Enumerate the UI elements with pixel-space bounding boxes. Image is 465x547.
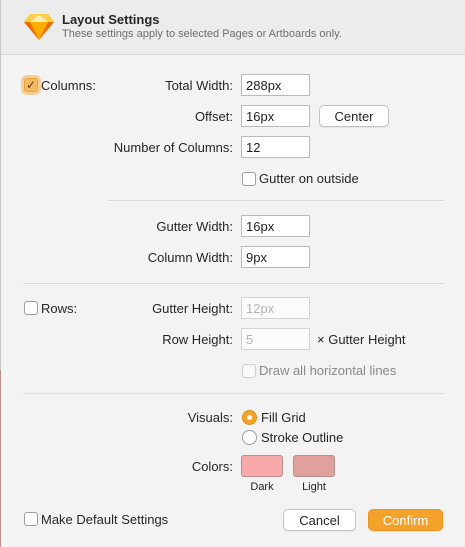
light-color-swatch[interactable]	[293, 455, 335, 477]
window-edge	[0, 370, 1, 547]
center-button[interactable]: Center	[319, 105, 389, 127]
radio-dot-icon	[247, 415, 252, 420]
rows-checkbox[interactable]	[24, 301, 38, 315]
gutter-on-outside-label[interactable]: Gutter on outside	[259, 171, 359, 186]
number-of-columns-input[interactable]	[241, 136, 310, 158]
column-width-input[interactable]	[241, 246, 310, 268]
total-width-input[interactable]	[241, 74, 310, 96]
draw-horizontal-lines-checkbox[interactable]	[242, 364, 256, 378]
gutter-width-input[interactable]	[241, 215, 310, 237]
dark-color-swatch[interactable]	[241, 455, 283, 477]
row-height-input[interactable]	[241, 328, 310, 350]
checkmark-icon: ✓	[26, 78, 37, 92]
rows-divider	[23, 283, 445, 284]
row-height-suffix: × Gutter Height	[317, 332, 406, 347]
cancel-button[interactable]: Cancel	[283, 509, 356, 531]
dialog-subtitle: These settings apply to selected Pages o…	[62, 28, 342, 40]
dialog-header: Layout Settings These settings apply to …	[1, 0, 465, 55]
offset-input[interactable]	[241, 105, 310, 127]
sketch-diamond-icon	[24, 14, 54, 40]
column-width-label: Column Width:	[147, 250, 233, 265]
dialog-title: Layout Settings	[62, 12, 160, 27]
columns-checkbox[interactable]: ✓	[24, 78, 38, 92]
make-default-settings-checkbox[interactable]	[24, 512, 38, 526]
total-width-label: Total Width:	[165, 78, 233, 93]
row-height-label: Row Height:	[162, 332, 233, 347]
gutter-width-label: Gutter Width:	[156, 219, 233, 234]
dark-color-label: Dark	[250, 481, 274, 493]
columns-label[interactable]: Columns:	[41, 78, 96, 93]
gutter-on-outside-checkbox[interactable]	[242, 172, 256, 186]
make-default-settings-label[interactable]: Make Default Settings	[41, 512, 168, 527]
fill-grid-radio[interactable]	[242, 410, 257, 425]
visuals-divider	[23, 393, 445, 394]
offset-label: Offset:	[194, 109, 233, 124]
gutter-height-label: Gutter Height:	[152, 301, 233, 316]
columns-divider	[107, 200, 445, 201]
draw-horizontal-lines-label[interactable]: Draw all horizontal lines	[259, 363, 396, 378]
light-color-label: Light	[302, 481, 326, 493]
number-of-columns-label: Number of Columns:	[113, 140, 233, 155]
stroke-outline-label[interactable]: Stroke Outline	[261, 430, 343, 445]
fill-grid-label[interactable]: Fill Grid	[261, 410, 306, 425]
visuals-label: Visuals:	[187, 410, 233, 425]
stroke-outline-radio[interactable]	[242, 430, 257, 445]
gutter-height-input[interactable]	[241, 297, 310, 319]
colors-label: Colors:	[191, 459, 233, 474]
confirm-button[interactable]: Confirm	[368, 509, 443, 531]
rows-label[interactable]: Rows:	[41, 301, 77, 316]
layout-settings-dialog: Layout Settings These settings apply to …	[0, 0, 465, 547]
